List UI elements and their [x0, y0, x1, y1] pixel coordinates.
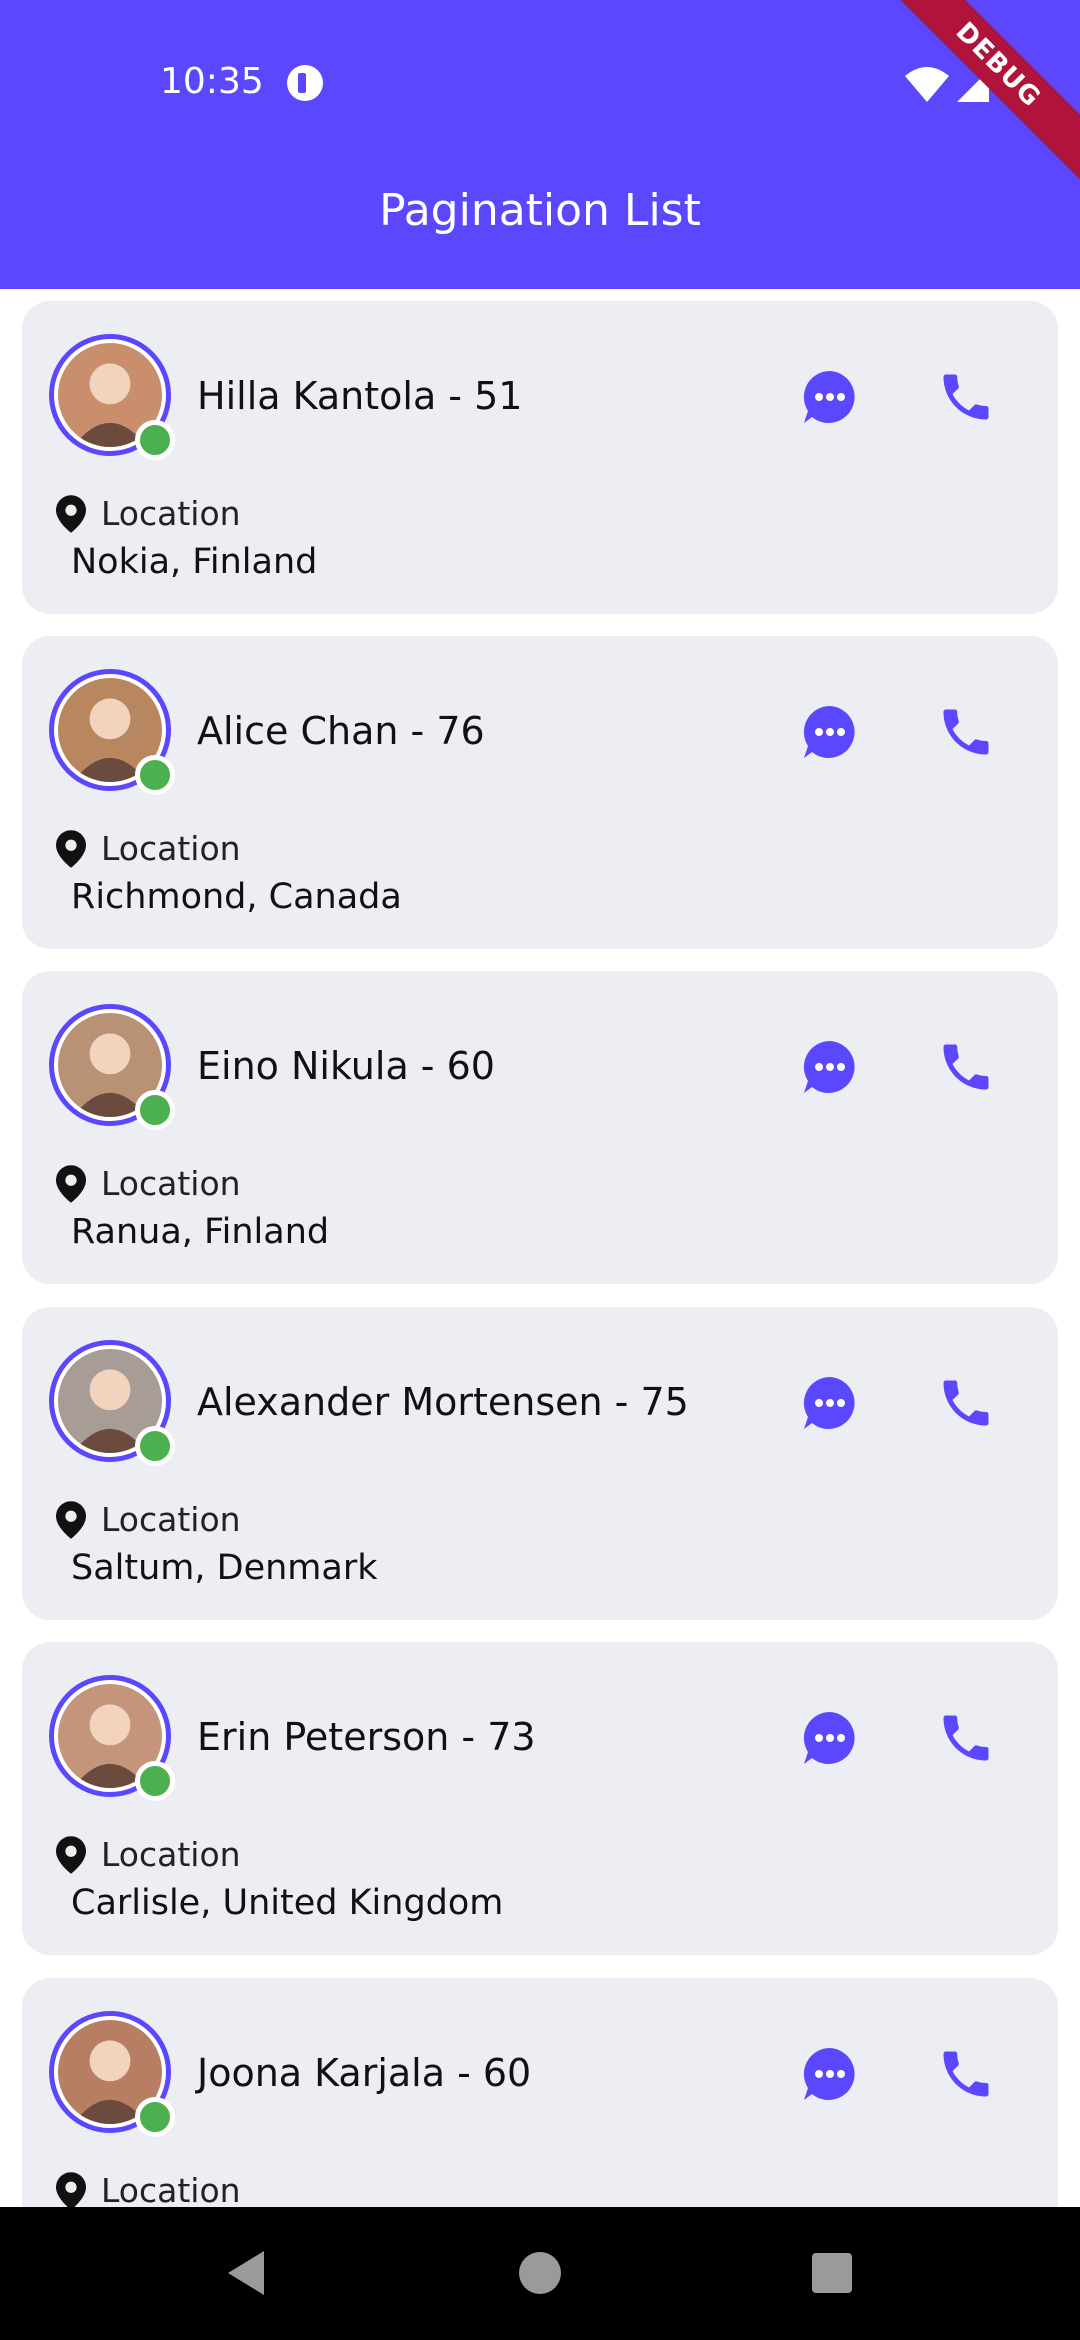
contact-card[interactable]: Alexander Mortensen - 75 Location Saltum, … [22, 1307, 1058, 1620]
location-label: Location [101, 829, 241, 868]
call-button[interactable] [934, 365, 998, 429]
location-value: Carlisle, United Kingdom [71, 1883, 504, 1923]
contact-card[interactable]: Erin Peterson - 73 Location Carlisle, Unit… [22, 1642, 1058, 1955]
chat-bubble-icon [803, 1376, 855, 1429]
call-button[interactable] [934, 700, 998, 764]
top-app-bar: 10:35 Pagination List [0, 0, 1080, 289]
online-status-dot [135, 420, 175, 460]
chat-bubble-icon [803, 370, 855, 423]
avatar[interactable] [49, 1675, 175, 1801]
app-screen: 10:35 Pagination List DEBUG Hilla Kantol… [0, 0, 1080, 2340]
contact-name: Joona Karjala - 60 [197, 2051, 532, 2095]
chat-button[interactable] [800, 1037, 860, 1097]
location-label: Location [101, 1164, 241, 1203]
chat-bubble-icon [803, 705, 855, 758]
avatar[interactable] [49, 1004, 175, 1130]
contact-name: Hilla Kantola - 51 [197, 374, 523, 418]
chat-button[interactable] [800, 367, 860, 427]
location-value: Richmond, Canada [71, 877, 402, 917]
avatar[interactable] [49, 334, 175, 460]
call-button[interactable] [934, 2042, 998, 2106]
online-status-dot [135, 1761, 175, 1801]
location-value: Saltum, Denmark [71, 1548, 378, 1588]
contact-card[interactable]: Eino Nikula - 60 Location Ranua, Finland [22, 971, 1058, 1284]
avatar[interactable] [49, 669, 175, 795]
chat-button[interactable] [800, 702, 860, 762]
phone-icon [943, 1044, 989, 1090]
contact-card[interactable]: Alice Chan - 76 Location Richmond, Canada [22, 636, 1058, 949]
contact-card[interactable]: Hilla Kantola - 51 Location Nokia, Finland [22, 301, 1058, 614]
contact-name: Alice Chan - 76 [197, 709, 485, 753]
back-icon[interactable] [216, 2243, 276, 2303]
location-pin-icon [56, 2172, 86, 2207]
page-title: Pagination List [379, 185, 701, 236]
location-label: Location [101, 494, 241, 533]
online-status-dot [135, 1090, 175, 1130]
call-button[interactable] [934, 1035, 998, 1099]
chat-bubble-icon [803, 1040, 855, 1093]
avatar[interactable] [49, 2011, 175, 2137]
online-status-dot [135, 2097, 175, 2137]
location-pin-icon [56, 1165, 86, 1203]
location-label: Location [101, 2171, 241, 2207]
recents-icon[interactable] [802, 2243, 862, 2303]
location-pin-icon [56, 1836, 86, 1874]
chat-button[interactable] [800, 1373, 860, 1433]
location-value: Nokia, Finland [71, 542, 318, 582]
avatar[interactable] [49, 1340, 175, 1466]
location-label: Location [101, 1835, 241, 1874]
phone-icon [943, 709, 989, 755]
location-pin-icon [56, 1501, 86, 1539]
contact-list[interactable]: Hilla Kantola - 51 Location Nokia, Finland… [0, 289, 1080, 2207]
status-time: 10:35 [160, 61, 264, 102]
phone-icon [943, 1715, 989, 1761]
wifi-icon [905, 67, 949, 102]
location-pin-icon [56, 495, 86, 533]
chat-bubble-icon [803, 1711, 855, 1764]
online-status-dot [135, 1426, 175, 1466]
phone-icon [943, 2051, 989, 2097]
online-status-dot [135, 755, 175, 795]
chat-button[interactable] [800, 1708, 860, 1768]
status-bar: 10:35 [0, 0, 1080, 168]
phone-icon [943, 374, 989, 420]
phone-icon [943, 1380, 989, 1426]
chat-bubble-icon [803, 2047, 855, 2100]
navigation-bar [0, 2207, 1080, 2340]
contact-name: Eino Nikula - 60 [197, 1044, 495, 1088]
call-button[interactable] [934, 1706, 998, 1770]
location-value: Ranua, Finland [71, 1212, 330, 1252]
chat-button[interactable] [800, 2044, 860, 2104]
contact-card[interactable]: Joona Karjala - 60 Location [22, 1978, 1058, 2207]
home-icon[interactable] [510, 2243, 570, 2303]
location-label: Location [101, 1500, 241, 1539]
app-notification-icon [287, 65, 323, 101]
location-pin-icon [56, 830, 86, 868]
contact-name: Erin Peterson - 73 [197, 1715, 536, 1759]
contact-name: Alexander Mortensen - 75 [197, 1380, 689, 1424]
call-button[interactable] [934, 1371, 998, 1435]
